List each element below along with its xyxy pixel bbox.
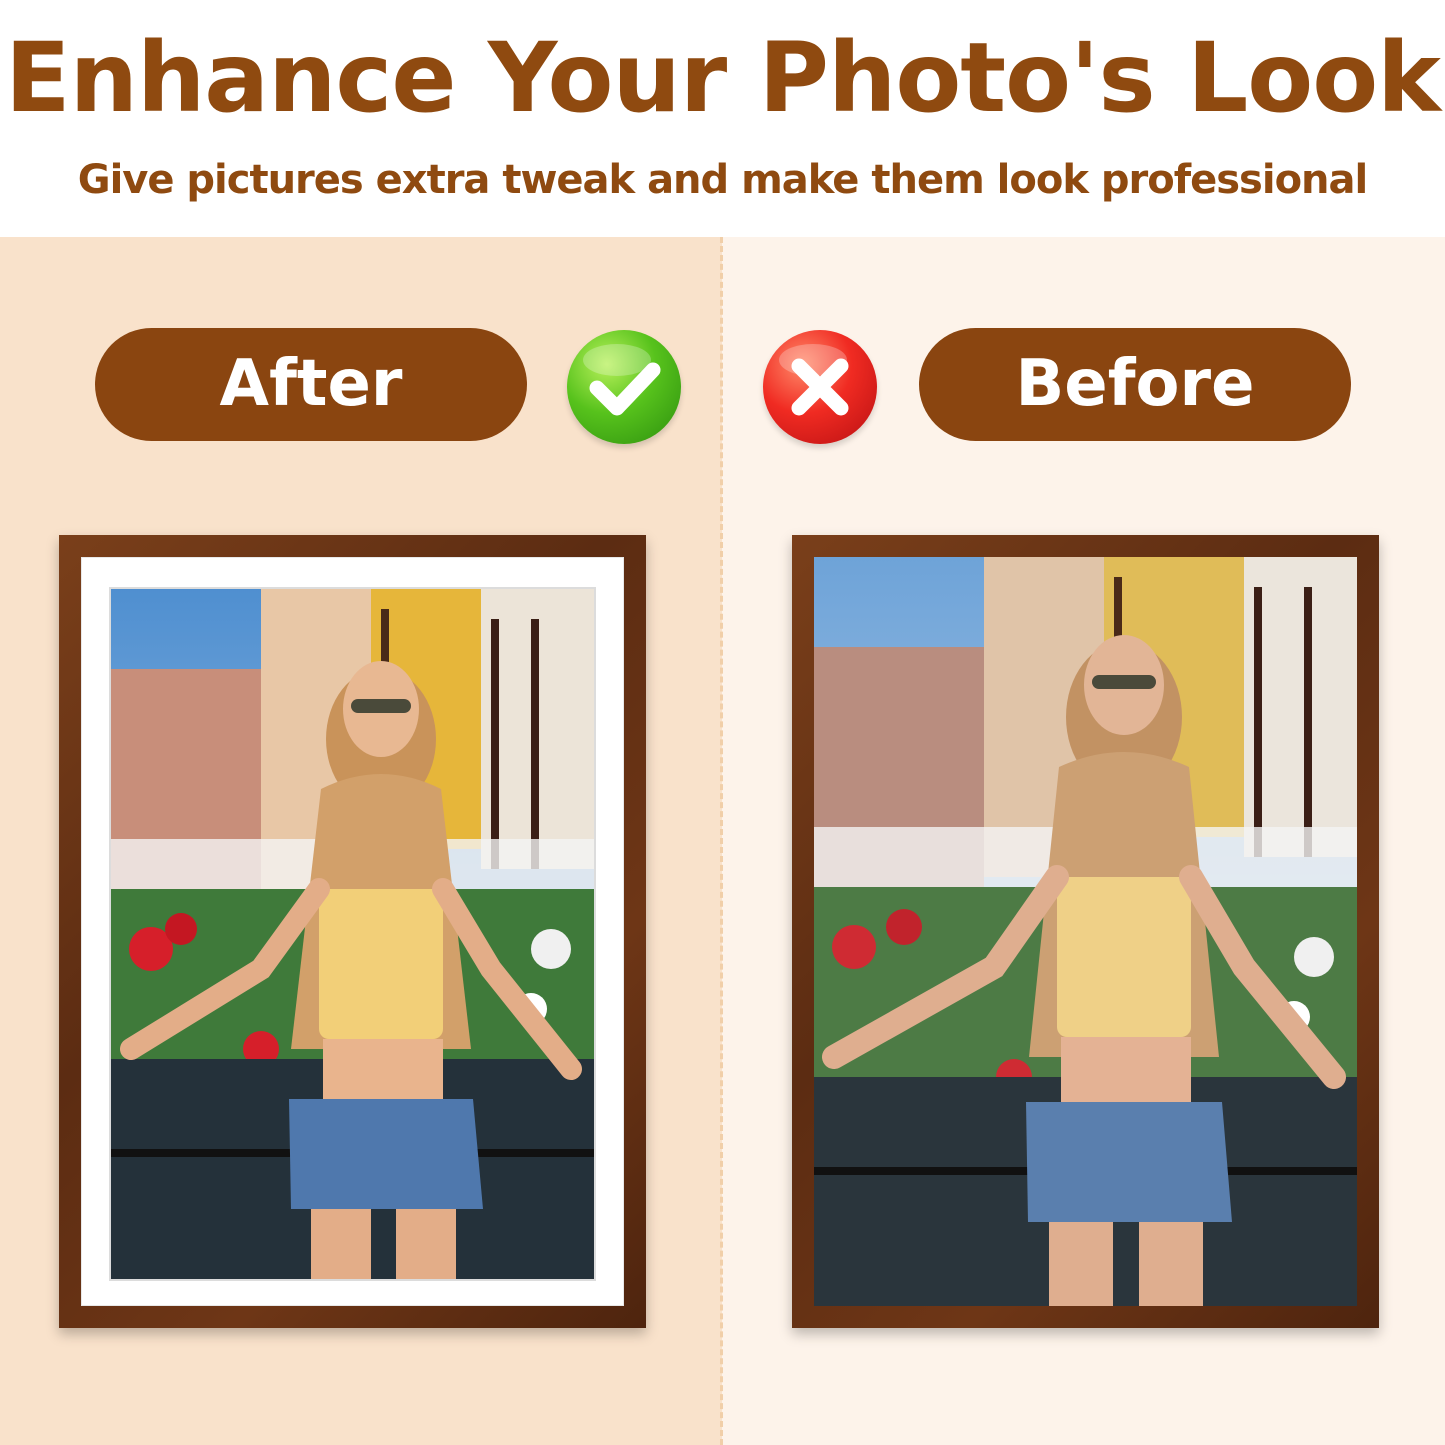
after-photo [111, 589, 594, 1279]
dashed-divider [720, 237, 723, 1445]
after-photo-frame [59, 535, 646, 1328]
page-title: Enhance Your Photo's Look [5, 22, 1441, 134]
before-photo [814, 557, 1357, 1306]
before-photo-illustration [814, 557, 1357, 1306]
after-photo-illustration [111, 589, 594, 1279]
check-icon [567, 330, 681, 444]
before-photo-frame [792, 535, 1379, 1328]
page-subtitle: Give pictures extra tweak and make them … [77, 157, 1369, 203]
after-label: After [95, 328, 527, 441]
white-mat [81, 557, 624, 1306]
before-label: Before [919, 328, 1351, 441]
header: Enhance Your Photo's Look Give pictures … [0, 0, 1445, 237]
cross-icon [763, 330, 877, 444]
